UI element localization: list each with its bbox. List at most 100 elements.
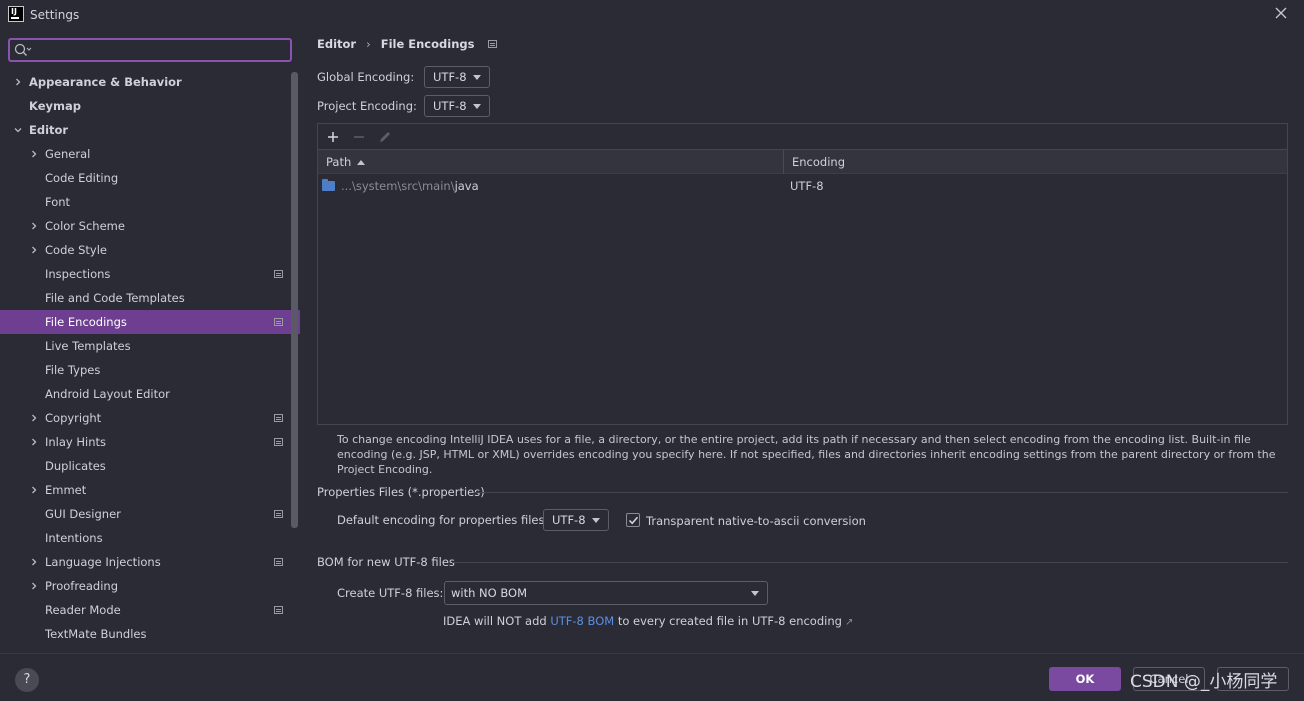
encoding-hint-text: To change encoding IntelliJ IDEA uses fo… (337, 433, 1276, 476)
properties-encoding-value: UTF-8 (552, 513, 586, 527)
chevron-down-icon (473, 104, 481, 109)
chevron-right-icon[interactable] (12, 70, 24, 94)
project-scope-icon (274, 318, 283, 326)
chevron-down-icon[interactable] (12, 118, 24, 142)
sidebar-item-label: Reader Mode (45, 603, 121, 617)
row-path-prefix: ...\system\src\main\ (341, 179, 455, 193)
project-scope-icon (274, 606, 283, 614)
sidebar-item-android-layout-editor[interactable]: Android Layout Editor (0, 382, 290, 406)
native-to-ascii-label[interactable]: Transparent native-to-ascii conversion (646, 514, 866, 528)
sidebar-item-label: Code Style (45, 243, 107, 257)
sidebar-item-live-templates[interactable]: Live Templates (0, 334, 290, 358)
sidebar-item-label: Emmet (45, 483, 87, 497)
sidebar-item-editor[interactable]: Editor (0, 118, 290, 142)
sidebar-item-language-injections[interactable]: Language Injections (0, 550, 290, 574)
sidebar-item-file-types[interactable]: File Types (0, 358, 290, 382)
chevron-right-icon[interactable] (28, 214, 40, 238)
close-icon[interactable] (1274, 6, 1288, 20)
sidebar-item-intentions[interactable]: Intentions (0, 526, 290, 550)
chevron-down-icon (473, 75, 481, 80)
sidebar-item-label: Inspections (45, 267, 111, 281)
chevron-right-icon[interactable] (28, 478, 40, 502)
watermark: CSDN @_小杨同学 (1130, 672, 1278, 692)
search-icon (14, 43, 32, 60)
properties-default-label: Default encoding for properties files: (337, 513, 549, 527)
utf8-bom-link[interactable]: UTF-8 BOM (550, 614, 614, 628)
sidebar-item-emmet[interactable]: Emmet (0, 478, 290, 502)
chevron-right-icon[interactable] (28, 550, 40, 574)
project-encoding-select[interactable]: UTF-8 (424, 95, 490, 117)
window-title: Settings (30, 8, 80, 22)
breadcrumb: Editor › File Encodings (317, 37, 498, 51)
chevron-right-icon[interactable] (28, 430, 40, 454)
help-button[interactable]: ? (15, 668, 39, 692)
native-to-ascii-checkbox[interactable] (626, 513, 640, 527)
edit-icon[interactable] (378, 130, 392, 144)
sidebar-item-label: Appearance & Behavior (29, 75, 182, 89)
add-icon[interactable] (326, 130, 340, 144)
breadcrumb-separator: › (366, 37, 371, 51)
sidebar-item-keymap[interactable]: Keymap (0, 94, 290, 118)
project-encoding-label: Project Encoding: (317, 99, 417, 113)
sidebar-item-proofreading[interactable]: Proofreading (0, 574, 290, 598)
sidebar-item-label: Code Editing (45, 171, 119, 185)
dialog-button-bar: ? OK Cancel (0, 653, 1304, 701)
sidebar-item-file-encodings[interactable]: File Encodings (0, 310, 300, 334)
properties-encoding-select[interactable]: UTF-8 (543, 509, 609, 531)
column-header-path[interactable]: Path (326, 150, 366, 174)
sidebar-item-gui-designer[interactable]: GUI Designer (0, 502, 290, 526)
row-path: ...\system\src\main\java (341, 179, 479, 193)
sidebar-item-font[interactable]: Font (0, 190, 290, 214)
chevron-right-icon[interactable] (28, 238, 40, 262)
row-encoding: UTF-8 (790, 179, 824, 193)
remove-icon[interactable] (352, 130, 366, 144)
chevron-right-icon[interactable] (28, 406, 40, 430)
global-encoding-select[interactable]: UTF-8 (424, 66, 490, 88)
section-divider (452, 562, 1288, 563)
sidebar-item-file-and-code-templates[interactable]: File and Code Templates (0, 286, 290, 310)
sidebar-item-label: Keymap (29, 99, 81, 113)
breadcrumb-parent[interactable]: Editor (317, 37, 356, 51)
chevron-right-icon[interactable] (28, 574, 40, 598)
search-box[interactable] (8, 38, 292, 62)
sidebar-item-inlay-hints[interactable]: Inlay Hints (0, 430, 290, 454)
sidebar-item-color-scheme[interactable]: Color Scheme (0, 214, 290, 238)
sidebar-item-label: Live Templates (45, 339, 131, 353)
column-header-encoding[interactable]: Encoding (792, 150, 845, 174)
sidebar-item-label: Color Scheme (45, 219, 125, 233)
chevron-down-icon (592, 518, 600, 523)
sidebar-scrollbar[interactable] (291, 72, 298, 528)
global-encoding-value: UTF-8 (433, 70, 467, 84)
search-input[interactable] (36, 42, 286, 58)
external-link-icon[interactable]: ↗ (845, 617, 853, 628)
sidebar-item-general[interactable]: General (0, 142, 290, 166)
intellij-logo-icon: IJ (8, 6, 24, 22)
sidebar-item-copyright[interactable]: Copyright (0, 406, 290, 430)
bom-note-prefix: IDEA will NOT add (443, 614, 551, 628)
sidebar-item-inspections[interactable]: Inspections (0, 262, 290, 286)
sidebar-item-appearance-behavior[interactable]: Appearance & Behavior (0, 70, 290, 94)
bom-select-value: with NO BOM (451, 586, 528, 600)
sidebar-item-label: Proofreading (45, 579, 119, 593)
column-path-label: Path (326, 155, 352, 169)
main-panel: Editor › File Encodings Global Encoding:… (300, 30, 1304, 653)
table-row[interactable]: ...\system\src\main\java UTF-8 (318, 175, 1287, 197)
bom-select[interactable]: with NO BOM (444, 581, 768, 605)
section-divider (474, 492, 1288, 493)
project-scope-icon (274, 270, 283, 278)
sidebar-item-label: General (45, 147, 91, 161)
chevron-right-icon[interactable] (28, 142, 40, 166)
sidebar-item-reader-mode[interactable]: Reader Mode (0, 598, 290, 622)
properties-section-title: Properties Files (*.properties) (317, 485, 485, 499)
sidebar-item-code-style[interactable]: Code Style (0, 238, 290, 262)
sidebar-item-textmate-bundles[interactable]: TextMate Bundles (0, 622, 290, 646)
bom-note-suffix: to every created file in UTF-8 encoding (614, 614, 842, 628)
sidebar-item-duplicates[interactable]: Duplicates (0, 454, 290, 478)
project-scope-icon (488, 40, 498, 48)
folder-icon (322, 179, 335, 191)
sidebar-item-label: GUI Designer (45, 507, 121, 521)
project-encoding-value: UTF-8 (433, 99, 467, 113)
ok-button[interactable]: OK (1049, 667, 1121, 691)
chevron-down-icon (751, 591, 759, 596)
sidebar-item-code-editing[interactable]: Code Editing (0, 166, 290, 190)
